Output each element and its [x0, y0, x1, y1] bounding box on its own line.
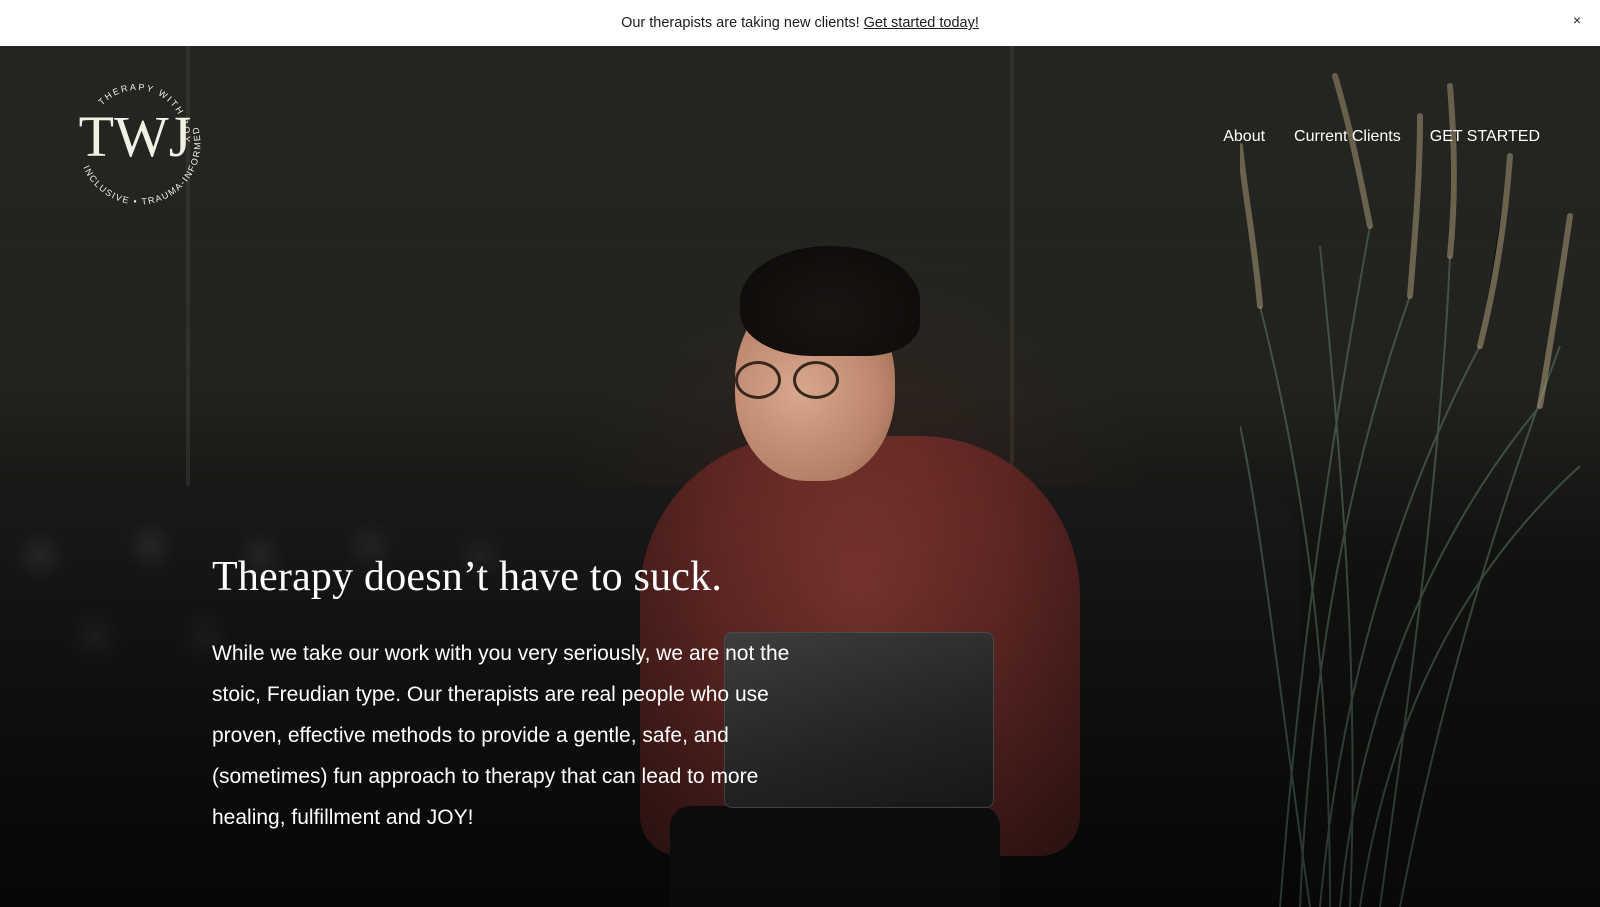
twj-logo[interactable]: THERAPY WITH JOY INCLUSIVE • TRAUMA-INFO…	[62, 62, 221, 225]
nav-about[interactable]: About	[1223, 128, 1265, 146]
logo-monogram: TWJ	[79, 104, 192, 169]
main-nav: About Current Clients GET STARTED	[1223, 128, 1540, 146]
hero-copy: Therapy doesn’t have to suck. While we t…	[212, 551, 812, 838]
announcement-bar: Our therapists are taking new clients! G…	[0, 0, 1600, 46]
hero-section: THERAPY WITH JOY INCLUSIVE • TRAUMA-INFO…	[0, 46, 1600, 907]
get-started-link[interactable]: Get started today!	[864, 15, 979, 31]
nav-get-started[interactable]: GET STARTED	[1430, 128, 1540, 146]
hero-body: While we take our work with you very ser…	[212, 642, 790, 829]
announcement-text: Our therapists are taking new clients!	[621, 15, 860, 31]
hero-headline: Therapy doesn’t have to suck.	[212, 554, 723, 600]
nav-current-clients[interactable]: Current Clients	[1294, 128, 1401, 146]
close-icon[interactable]: ×	[1568, 11, 1586, 29]
